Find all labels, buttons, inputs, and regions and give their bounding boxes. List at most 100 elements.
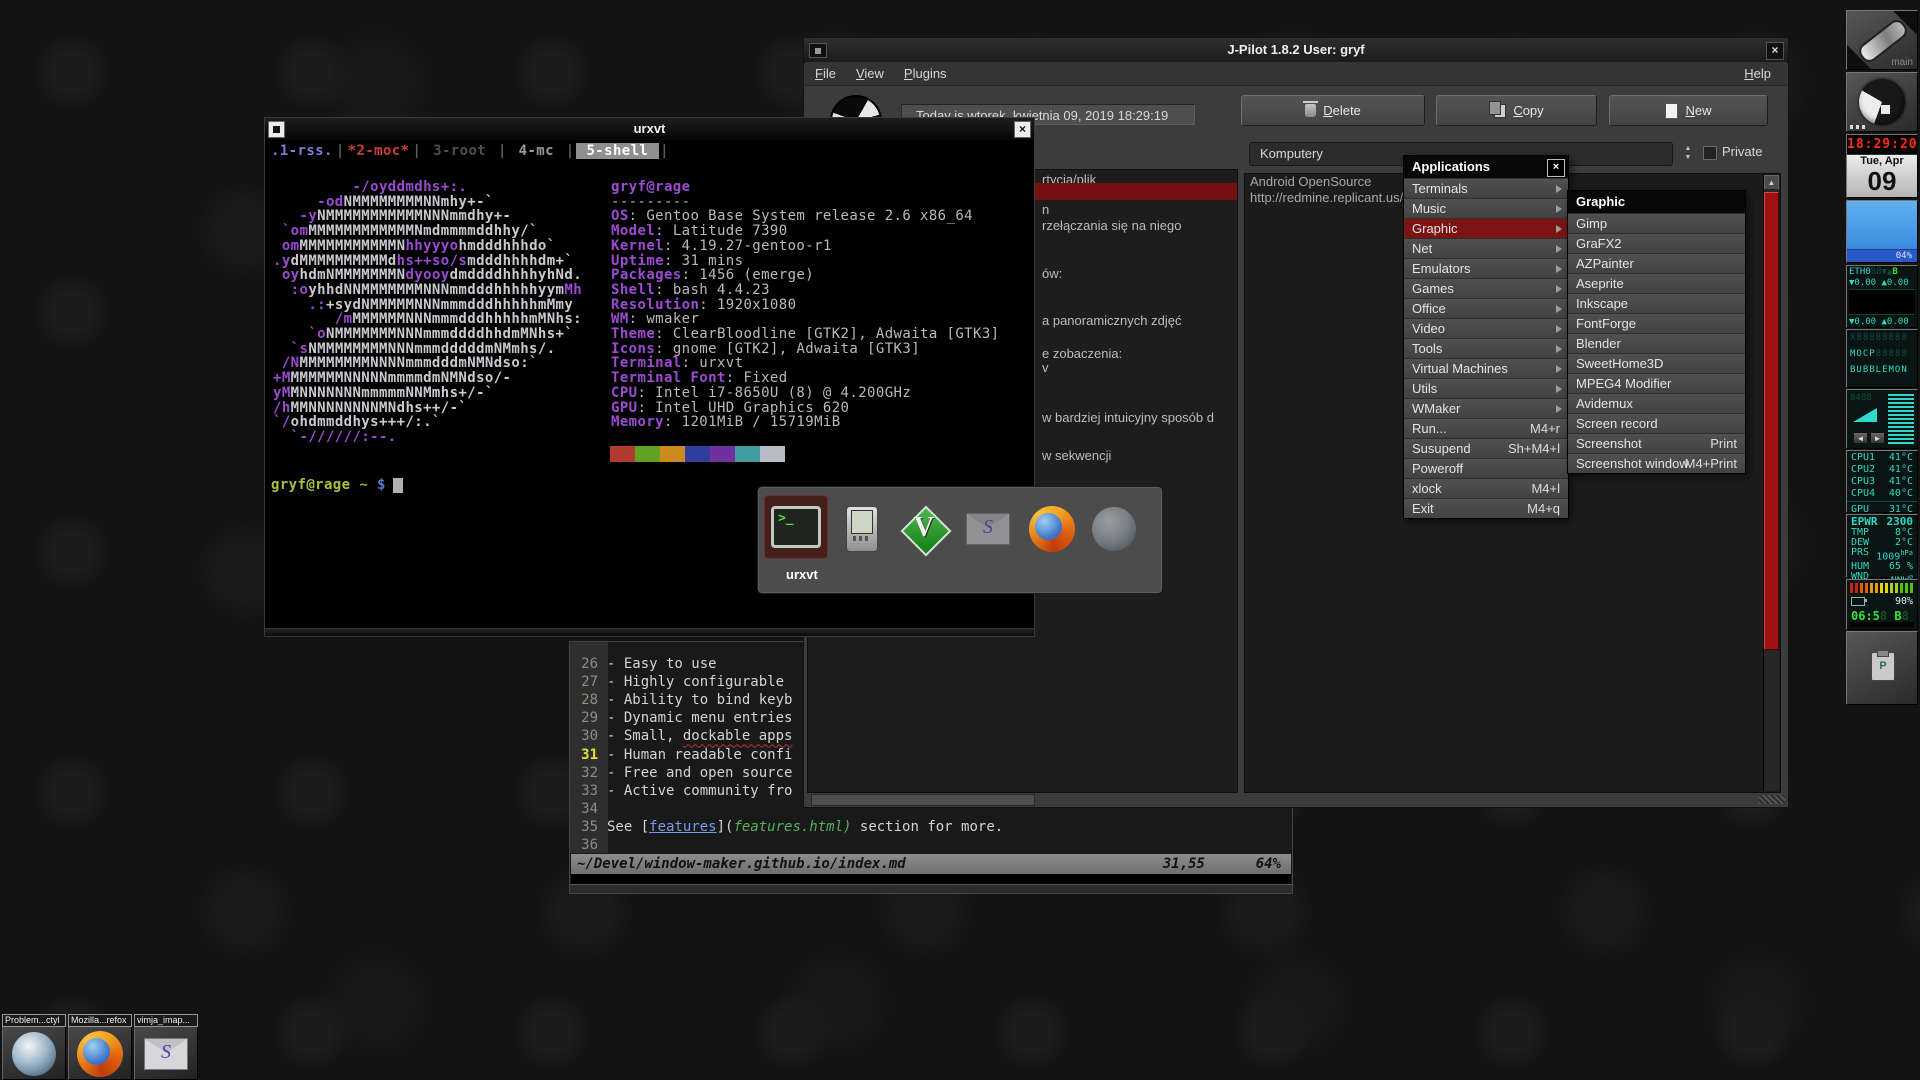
dock-battery-tile[interactable]: 90% 06:58 B8 xyxy=(1846,579,1918,630)
volume-down-button[interactable]: ◄ xyxy=(1853,432,1868,444)
window-switcher-panel[interactable]: urxvt >_VS xyxy=(757,486,1163,594)
detail-scrollbar[interactable]: ▲ xyxy=(1763,175,1779,791)
dock-temperature-tile[interactable]: CPU141°CCPU241°CCPU341°CCPU440°CGPU31°C xyxy=(1846,450,1918,513)
menu-item-avidemux[interactable]: Avidemux xyxy=(1568,393,1745,413)
menu-item-poweroff[interactable]: Poweroff xyxy=(1404,458,1568,478)
scroll-up-icon[interactable]: ▲ xyxy=(1764,175,1779,190)
menu-item-virtual-machines[interactable]: Virtual Machines xyxy=(1404,358,1568,378)
scrollbar-thumb[interactable] xyxy=(1764,192,1779,650)
volume-slider-icon[interactable] xyxy=(1853,408,1877,422)
close-icon[interactable]: × xyxy=(1547,159,1565,177)
dock-weather-tile[interactable]: EPWR2300TMP8°CDEW2°CPRS1009hPaHUM65 %WND… xyxy=(1846,514,1918,578)
record-row[interactable]: e zobaczenia: xyxy=(1042,346,1122,362)
new-button[interactable]: New xyxy=(1609,95,1768,126)
close-icon[interactable]: × xyxy=(1766,42,1784,60)
shell-prompt[interactable]: gryf@rage ~ $ xyxy=(271,477,403,493)
menu-item-susupend[interactable]: SusupendSh+M4+l xyxy=(1404,438,1568,458)
miniaturize-icon[interactable] xyxy=(268,121,285,138)
terminal-tab-4-mc[interactable]: 4-mc xyxy=(508,143,565,159)
menu-item-office[interactable]: Office xyxy=(1404,298,1568,318)
record-row[interactable]: w bardziej intuicyjny sposób d xyxy=(1042,410,1214,426)
record-row[interactable]: w sekwencji xyxy=(1042,448,1111,464)
menu-item-tools[interactable]: Tools xyxy=(1404,338,1568,358)
resize-grip[interactable] xyxy=(1759,795,1785,804)
dock-volume-tile[interactable]: 8488 ◄ ► xyxy=(1846,389,1918,449)
menu-item-terminals[interactable]: Terminals xyxy=(1404,178,1568,198)
dock-meter-tile[interactable]: 04% xyxy=(1846,200,1918,263)
menu-item-video[interactable]: Video xyxy=(1404,318,1568,338)
record-row[interactable]: rzełączania się na niego xyxy=(1042,218,1181,234)
menu-item-screenshot[interactable]: ScreenshotPrint xyxy=(1568,433,1745,453)
menubar-item-help[interactable]: Help xyxy=(1734,62,1781,85)
terminal-tabbar[interactable]: .1-rss.|*2-moc*| 3-root | 4-mc | 5-shell… xyxy=(269,143,670,159)
menu-item-gimp[interactable]: Gimp xyxy=(1568,213,1745,233)
menu-item-games[interactable]: Games xyxy=(1404,278,1568,298)
miniwindow-mozilla-refox[interactable]: Mozilla...refox xyxy=(68,1014,132,1080)
menu-item-graphic[interactable]: Graphic xyxy=(1404,218,1568,238)
vim-resizebar[interactable] xyxy=(570,884,1292,893)
menu-item-run[interactable]: Run...M4+r xyxy=(1404,418,1568,438)
jpilot-menubar[interactable]: FileViewPlugins Help xyxy=(805,62,1787,86)
horizontal-scrollbar-thumb[interactable] xyxy=(811,794,1035,806)
dock-main-tile[interactable]: main xyxy=(1846,10,1918,70)
menu-item-utils[interactable]: Utils xyxy=(1404,378,1568,398)
dock-network-monitor-tile[interactable]: ETH088▼▲B ▼0.00 ▲0.00 ▼0.00 ▲0.00 xyxy=(1846,265,1918,328)
dock-jpilot-appicon[interactable]: P xyxy=(1846,631,1918,705)
dock-mocp-tile[interactable]: X88888888 MOCP88888 BUBBLEMON xyxy=(1846,329,1918,388)
private-checkbox[interactable] xyxy=(1703,146,1717,160)
features-link[interactable]: features xyxy=(649,819,716,835)
terminal-tab-1-rss[interactable]: .1-rss. xyxy=(269,143,335,159)
menubar-item-view[interactable]: View xyxy=(846,62,894,85)
miniwindow-problem-ctyl[interactable]: Problem...ctyl xyxy=(2,1014,66,1080)
menu-item-net[interactable]: Net xyxy=(1404,238,1568,258)
urxvt-titlebar[interactable]: urxvt × xyxy=(265,118,1034,141)
gentoo-ascii-logo: -/oyddmdhs+:. -odNMMMMMMMMNNmhy+-` -yNMM… xyxy=(273,180,582,445)
menu-item-fontforge[interactable]: FontForge xyxy=(1568,313,1745,333)
menu-item-mpeg4-modifier[interactable]: MPEG4 Modifier xyxy=(1568,373,1745,393)
dock-appicon-tile[interactable] xyxy=(1846,72,1918,132)
wmaker-dock[interactable]: main 18:29:20 Tue, Apr 09 04% ETH088▼▲B … xyxy=(1846,0,1918,1080)
menu-item-wmaker[interactable]: WMaker xyxy=(1404,398,1568,418)
menu-item-xlock[interactable]: xlockM4+l xyxy=(1404,478,1568,498)
menu-item-screenshot-window[interactable]: Screenshot windowM4+Print xyxy=(1568,453,1745,473)
urxvt-resizebar[interactable] xyxy=(265,628,1034,636)
firefox-icon[interactable] xyxy=(1024,501,1080,557)
menu-item-sweethome3d[interactable]: SweetHome3D xyxy=(1568,353,1745,373)
urxvt-icon[interactable]: >_ xyxy=(764,495,828,559)
menu-item-music[interactable]: Music xyxy=(1404,198,1568,218)
record-row[interactable]: n xyxy=(1042,202,1049,218)
menu-item-aseprite[interactable]: Aseprite xyxy=(1568,273,1745,293)
menu-item-blender[interactable]: Blender xyxy=(1568,333,1745,353)
mail-icon[interactable]: S xyxy=(960,501,1016,557)
jpilot-titlebar[interactable]: J-Pilot 1.8.2 User: gryf × xyxy=(804,38,1788,63)
terminal-tab-2-moc[interactable]: *2-moc* xyxy=(346,143,412,159)
menu-item-azpainter[interactable]: AZPainter xyxy=(1568,253,1745,273)
firefox-dim-icon[interactable] xyxy=(1086,501,1142,557)
menu-title[interactable]: Applications× xyxy=(1404,156,1568,178)
menu-title[interactable]: Graphic xyxy=(1568,191,1745,213)
graphic-submenu[interactable]: GraphicGimpGraFX2AZPainterAsepriteInksca… xyxy=(1567,190,1746,474)
menu-item-emulators[interactable]: Emulators xyxy=(1404,258,1568,278)
palm-pda-icon[interactable] xyxy=(834,501,890,557)
delete-button[interactable]: Delete xyxy=(1241,95,1425,126)
vim-icon[interactable]: V xyxy=(896,501,952,557)
category-spinner-icon[interactable]: ▲▼ xyxy=(1681,144,1695,164)
applications-menu[interactable]: Applications×TerminalsMusicGraphicNetEmu… xyxy=(1403,155,1569,519)
close-icon[interactable]: × xyxy=(1014,121,1031,138)
miniwindow-vimja-imap[interactable]: vimja_imap...S xyxy=(134,1014,198,1080)
copy-button[interactable]: Copy xyxy=(1436,95,1597,126)
menu-item-grafx2[interactable]: GraFX2 xyxy=(1568,233,1745,253)
terminal-tab-5-shell[interactable]: 5-shell xyxy=(576,143,659,159)
record-row[interactable]: v xyxy=(1042,360,1049,376)
miniaturize-icon[interactable] xyxy=(809,43,827,58)
menubar-item-plugins[interactable]: Plugins xyxy=(894,62,957,85)
menubar-item-file[interactable]: File xyxy=(805,62,846,85)
volume-up-button[interactable]: ► xyxy=(1870,432,1885,444)
menu-item-inkscape[interactable]: Inkscape xyxy=(1568,293,1745,313)
record-row[interactable]: a panoramicznych zdjęć xyxy=(1042,313,1181,329)
dock-clock-tile[interactable]: 18:29:20 Tue, Apr 09 xyxy=(1846,134,1918,198)
record-row[interactable]: ów: xyxy=(1042,266,1062,282)
menu-item-exit[interactable]: ExitM4+q xyxy=(1404,498,1568,518)
menu-item-screen-record[interactable]: Screen record xyxy=(1568,413,1745,433)
terminal-tab-3-root[interactable]: 3-root xyxy=(422,143,497,159)
